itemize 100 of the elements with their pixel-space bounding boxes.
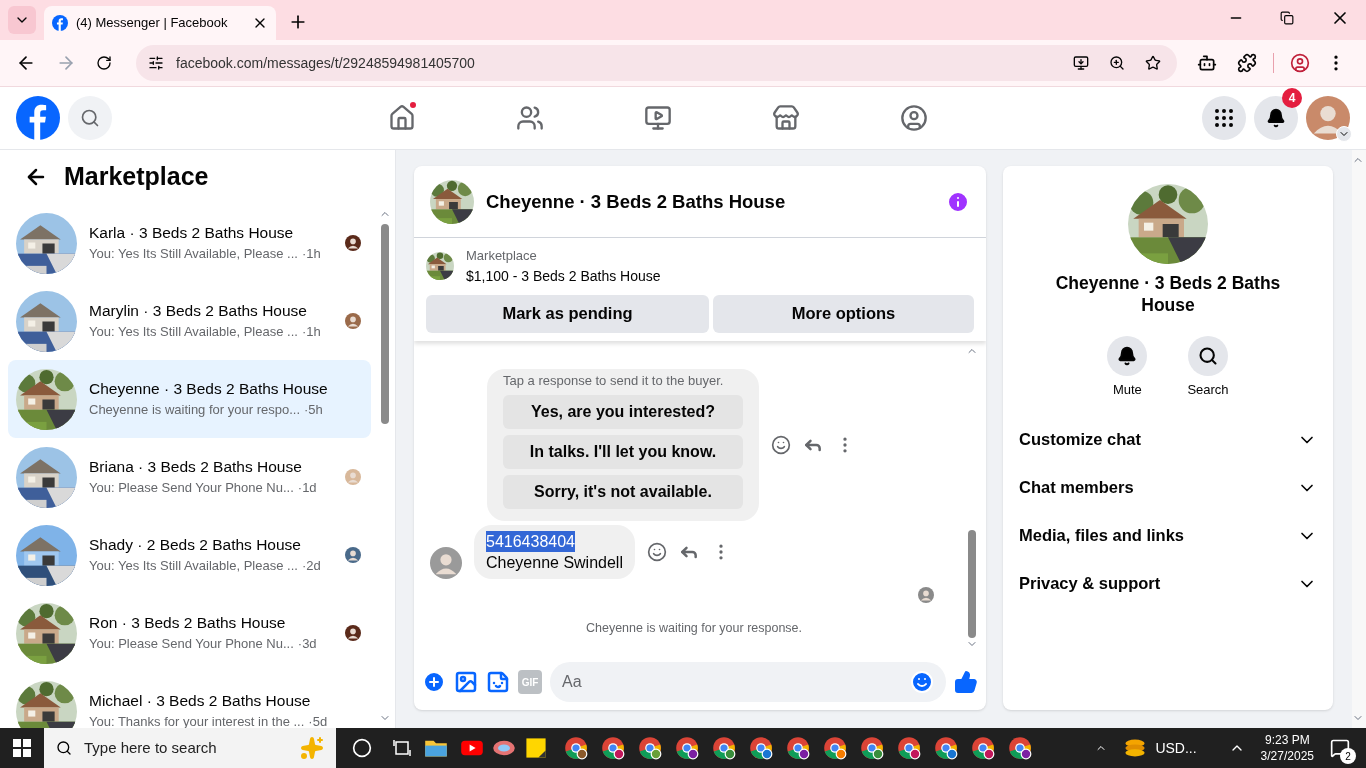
conversation-item[interactable]: Marylin · 3 Beds 2 Baths House You: Yes Its Still Available, Please ... ·1h: [8, 282, 371, 360]
quick-reply-note: Tap a response to send it to the buyer.: [503, 373, 725, 390]
browser-icon[interactable]: [897, 736, 921, 760]
windows-logo-icon[interactable]: [12, 738, 32, 758]
section-label: Media, files and links: [1019, 525, 1186, 547]
tab-list-button[interactable]: [8, 6, 36, 34]
sticky-note-icon[interactable]: [524, 736, 548, 760]
conversation-title: Marylin · 3 Beds 2 Baths House: [89, 301, 307, 321]
browser-icon[interactable]: [638, 736, 662, 760]
avatar-icon: [1306, 96, 1350, 140]
scrollbar-thumb[interactable]: [381, 224, 389, 424]
browser-icon[interactable]: [1008, 736, 1032, 760]
bell-icon: [1266, 108, 1286, 128]
like-icon[interactable]: [954, 670, 978, 694]
avatar-icon: [345, 547, 361, 563]
users-icon: [516, 104, 544, 132]
install-icon[interactable]: [1073, 55, 1089, 71]
search-icon: [1198, 346, 1218, 366]
address-bar[interactable]: facebook.com/messages/t/29248594981405700: [136, 45, 1177, 81]
browser-icon[interactable]: [934, 736, 958, 760]
grid-icon: [1212, 106, 1236, 130]
browser-icon[interactable]: [823, 736, 847, 760]
message-text: 5416438404: [486, 531, 575, 553]
scrollbar-thumb[interactable]: [968, 530, 976, 638]
browser-icon[interactable]: [601, 736, 625, 760]
browser-icon[interactable]: [860, 736, 884, 760]
section-label: Customize chat: [1019, 429, 1142, 451]
bell-icon: [1117, 346, 1138, 366]
browser-icon[interactable]: [564, 736, 588, 760]
message-preview: You: Thanks for your interest in the ...: [89, 713, 305, 728]
avatar-icon: [345, 625, 361, 641]
conversation-item[interactable]: Ron · 3 Beds 2 Baths House You: Please Send Your Phone Nu... ·3d: [8, 594, 371, 672]
listing-button[interactable]: Mark as pending: [426, 294, 709, 333]
section-row[interactable]: Media, files and links: [1011, 511, 1325, 560]
quick-reply-option[interactable]: In talks. I'll let you know.: [503, 435, 743, 470]
waiting-status: Cheyenne is waiting for your response.: [584, 620, 804, 638]
message-time: ·5d: [308, 713, 328, 728]
clock-time: 9:23 PM: [1264, 732, 1310, 748]
listing-button[interactable]: More options: [713, 294, 974, 333]
conversation-title: Briana · 3 Beds 2 Baths House: [89, 457, 302, 477]
conversation-title: Karla · 3 Beds 2 Baths House: [89, 223, 294, 243]
quick-reply-option[interactable]: Yes, are you interested?: [503, 395, 743, 430]
conversation-title: Shady · 2 Beds 2 Baths House: [89, 535, 301, 555]
browser-icon[interactable]: [712, 736, 736, 760]
notification-badge: 4: [1282, 88, 1302, 108]
search-icon: [80, 108, 100, 128]
message-time: ·5h: [304, 401, 323, 419]
section-row[interactable]: Privacy & support: [1011, 559, 1325, 608]
conversation-title: Ron · 3 Beds 2 Baths House: [89, 613, 286, 633]
conversation-item[interactable]: Briana · 3 Beds 2 Baths House You: Please Send Your Phone Nu... ·1d: [8, 438, 371, 516]
user-circle-icon: [900, 104, 928, 132]
cortana-icon[interactable]: [352, 738, 372, 758]
facebook-logo-icon[interactable]: [52, 15, 68, 31]
sticker-icon[interactable]: [486, 670, 510, 694]
bookmark-icon[interactable]: [1145, 55, 1161, 71]
chat-title: Cheyenne · 3 Beds 2 Baths House: [486, 189, 787, 214]
chat-name: Cheyenne · 3 Beds 2 Baths House: [1054, 272, 1282, 316]
browser-icon[interactable]: [971, 736, 995, 760]
restore-icon[interactable]: [1280, 11, 1294, 25]
message-preview: You: Please Send Your Phone Nu...: [89, 635, 294, 653]
browser-icon[interactable]: [749, 736, 773, 760]
home-icon: [388, 104, 416, 132]
conversation-item[interactable]: Shady · 2 Beds 2 Baths House You: Yes Its Still Available, Please ... ·2d: [8, 516, 371, 594]
listing-label: Marketplace: [466, 247, 538, 265]
facebook-logo-icon[interactable]: [16, 96, 60, 140]
action-label: Search: [1187, 381, 1229, 399]
quick-reply-option[interactable]: Sorry, it's not available.: [503, 475, 743, 510]
task-view-icon[interactable]: [392, 738, 412, 758]
zoom-icon[interactable]: [1109, 55, 1125, 71]
taskbar-search-field[interactable]: Type here to search: [44, 728, 336, 768]
react-icon[interactable]: [771, 435, 791, 456]
profile-icon[interactable]: [1290, 53, 1310, 73]
video-icon: [644, 104, 672, 132]
extensions-icon[interactable]: [1237, 53, 1257, 73]
avatar-icon: [430, 547, 462, 580]
message-time: ·1h: [301, 245, 321, 263]
action-label: Mute: [1112, 381, 1142, 399]
section-row[interactable]: Chat members: [1011, 463, 1325, 512]
menu-button[interactable]: [1202, 96, 1246, 140]
photo-icon[interactable]: [454, 670, 478, 694]
browser-tab[interactable]: (4) Messenger | Facebook: [44, 6, 276, 40]
mute-button[interactable]: [1107, 336, 1148, 376]
message-field[interactable]: Aa: [550, 662, 946, 702]
conversation-item[interactable]: Karla · 3 Beds 2 Baths House You: Yes Its Still Available, Please ... ·1h: [8, 204, 371, 282]
conversation-title: Michael · 3 Beds 2 Baths House: [89, 691, 311, 711]
react-icon[interactable]: [647, 542, 667, 563]
conversation-item[interactable]: Cheyenne · 3 Beds 2 Baths House Cheyenne is waiting for your respo... ·5h: [8, 360, 371, 438]
tab-title: (4) Messenger | Facebook: [76, 14, 229, 33]
section-row[interactable]: Customize chat: [1011, 415, 1325, 464]
message-preview: You: Yes Its Still Available, Please ...: [89, 557, 298, 575]
search-icon: [56, 740, 72, 756]
url-text: facebook.com/messages/t/29248594981405700: [176, 53, 476, 73]
add-icon[interactable]: [422, 670, 446, 694]
robot-icon[interactable]: [1197, 53, 1217, 73]
browser-icon[interactable]: [675, 736, 699, 760]
browser-icon[interactable]: [786, 736, 810, 760]
reload-icon[interactable]: [96, 55, 112, 71]
site-settings-icon[interactable]: [148, 55, 164, 71]
search-button[interactable]: [1188, 336, 1228, 376]
avatar-icon: [918, 587, 934, 604]
